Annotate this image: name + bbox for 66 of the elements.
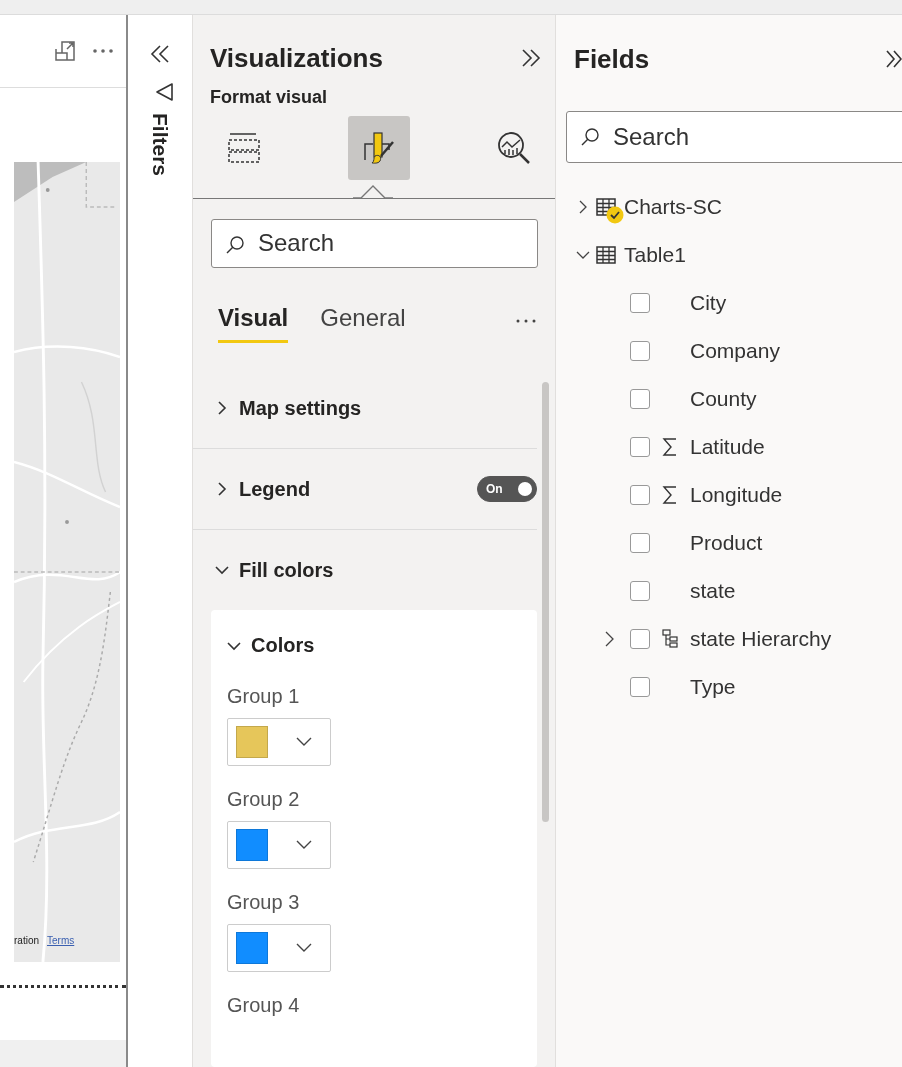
collapse-icon[interactable] bbox=[149, 45, 171, 63]
checkbox[interactable] bbox=[630, 629, 650, 649]
checkbox[interactable] bbox=[630, 677, 650, 697]
checkbox[interactable] bbox=[630, 389, 650, 409]
format-visual-button[interactable] bbox=[348, 116, 410, 181]
search-field[interactable]: Search bbox=[211, 218, 538, 269]
pane-title: Visualizations bbox=[210, 42, 383, 74]
format-visual-label: Format visual bbox=[210, 87, 329, 109]
tab[interactable]: Visual bbox=[218, 299, 289, 343]
search-icon bbox=[580, 127, 600, 147]
filters-title[interactable]: Filters bbox=[148, 113, 172, 177]
field-name[interactable]: Company bbox=[690, 339, 780, 363]
scrollbar[interactable] bbox=[542, 382, 549, 822]
group-label: Group 4 bbox=[227, 994, 300, 1017]
color-picker[interactable] bbox=[227, 924, 331, 972]
dropdown-icon bbox=[296, 943, 312, 953]
field-name[interactable]: City bbox=[690, 291, 727, 315]
toggle-switch[interactable]: On bbox=[477, 476, 537, 502]
chevron-icon bbox=[215, 563, 229, 577]
field-name[interactable]: state Hierarchy bbox=[690, 627, 832, 651]
tab[interactable]: General bbox=[320, 299, 406, 343]
filter-icon bbox=[155, 83, 173, 101]
sigma-icon bbox=[662, 437, 678, 457]
field-name[interactable]: Latitude bbox=[690, 435, 765, 459]
dotted-table-icon bbox=[226, 131, 262, 166]
more-options-icon[interactable] bbox=[92, 48, 114, 54]
map-attribution: ration bbox=[14, 935, 39, 946]
table-icon bbox=[596, 246, 616, 264]
more-options-icon[interactable] bbox=[515, 318, 537, 325]
search-icon bbox=[225, 234, 245, 255]
field-name[interactable]: Type bbox=[690, 675, 736, 699]
section-header[interactable]: Legend bbox=[215, 477, 311, 501]
dropdown-icon bbox=[296, 737, 312, 747]
expand-icon[interactable] bbox=[886, 50, 902, 68]
dropdown-icon bbox=[296, 840, 312, 850]
table-name[interactable]: Table1 bbox=[624, 243, 686, 267]
chevron-icon bbox=[215, 401, 229, 415]
group-label: Group 2 bbox=[227, 788, 300, 811]
hierarchy-icon bbox=[662, 629, 678, 649]
terms-link[interactable]: Terms bbox=[47, 935, 75, 946]
field-name[interactable]: state bbox=[690, 579, 736, 603]
checkbox[interactable] bbox=[630, 341, 650, 361]
field-name[interactable]: Longitude bbox=[690, 483, 783, 507]
color-picker[interactable] bbox=[227, 718, 331, 766]
sigma-icon bbox=[662, 485, 678, 505]
checkbox[interactable] bbox=[630, 533, 650, 553]
chevron-icon bbox=[215, 482, 229, 496]
paintbrush-icon bbox=[361, 130, 397, 167]
checkbox[interactable] bbox=[630, 293, 650, 313]
group-label: Group 1 bbox=[227, 685, 300, 708]
section-header[interactable]: Map settings bbox=[215, 396, 362, 420]
color-picker[interactable] bbox=[227, 821, 331, 869]
checkbox[interactable] bbox=[630, 581, 650, 601]
group-label: Group 3 bbox=[227, 891, 300, 914]
search-field[interactable]: Search bbox=[566, 111, 902, 163]
pane-title: Fields bbox=[574, 43, 650, 75]
field-name[interactable]: Product bbox=[690, 531, 763, 555]
checkbox[interactable] bbox=[630, 485, 650, 505]
focus-mode-icon[interactable] bbox=[54, 41, 76, 61]
table-icon bbox=[596, 198, 616, 216]
expand-icon[interactable] bbox=[521, 49, 541, 68]
table-name[interactable]: Charts-SC bbox=[624, 195, 723, 219]
field-name[interactable]: County bbox=[690, 387, 757, 411]
colors-header[interactable]: Colors bbox=[227, 634, 315, 657]
checkbox[interactable] bbox=[630, 437, 650, 457]
section-header[interactable]: Fill colors bbox=[215, 558, 334, 582]
